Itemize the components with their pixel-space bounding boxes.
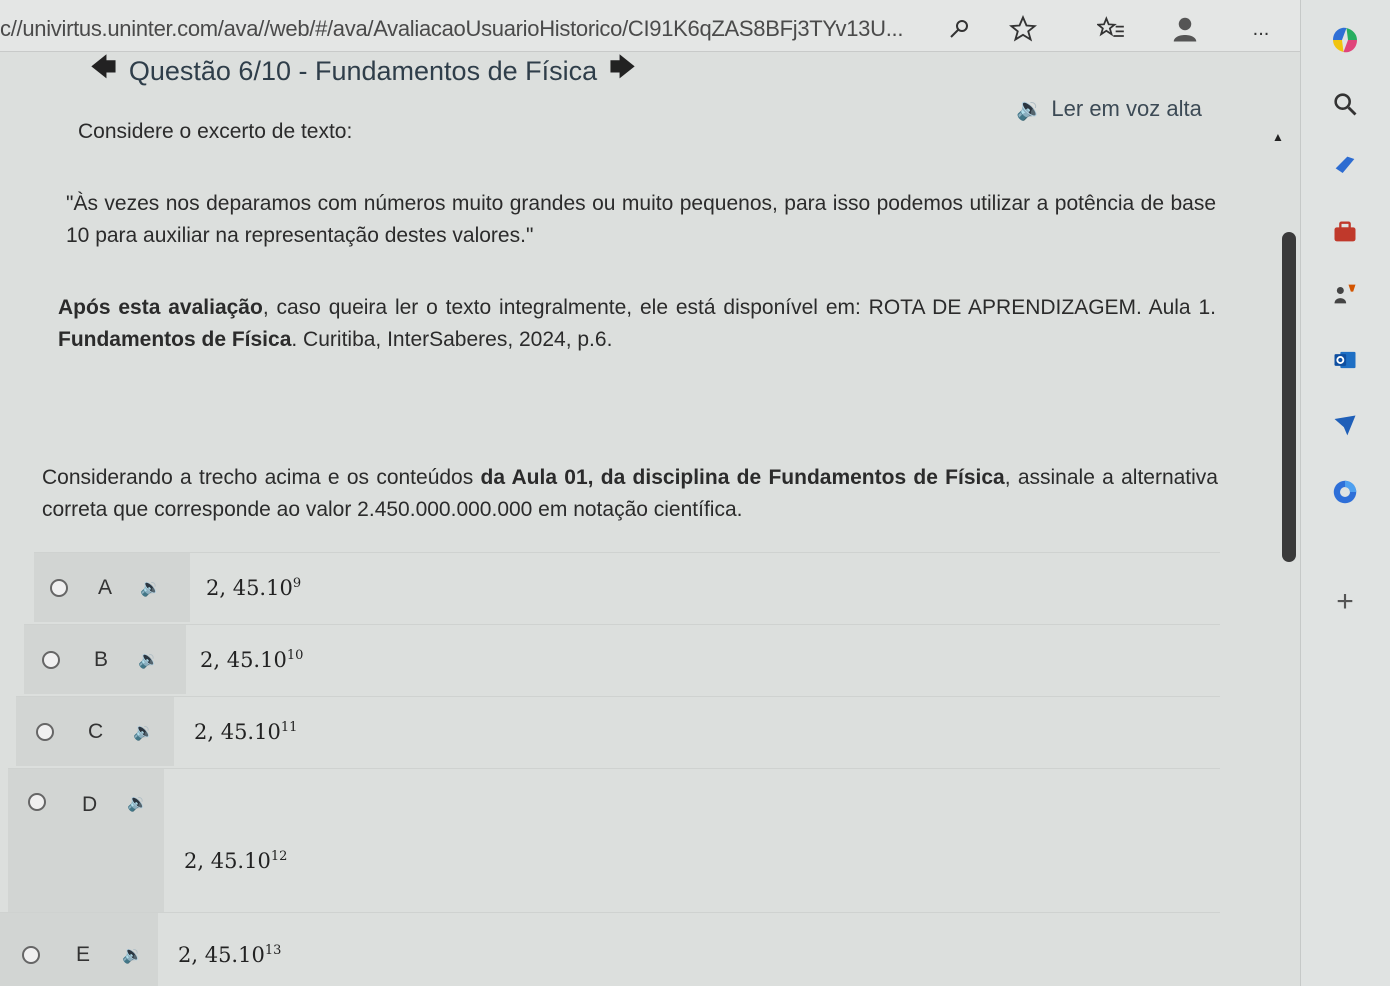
option-a-letter: A [98, 575, 113, 599]
option-d-value: 2, 45.1012 [184, 849, 287, 873]
reference-text-2: . Curitiba, InterSaberes, 2024, p.6. [291, 328, 613, 351]
previous-question-arrow-icon[interactable]: 🡄 [90, 49, 117, 93]
option-a-base: 2, 45.10 [206, 575, 293, 600]
intro-text: Considere o excerto de texto: [78, 120, 353, 143]
question-statement: Considerando a trecho acima e os conteúd… [42, 462, 1218, 526]
option-b-radio[interactable] [42, 650, 60, 669]
option-b-base: 2, 45.10 [200, 647, 287, 672]
question-page: 🡄 Questão 6/10 - Fundamentos de Física 🡆… [0, 52, 1300, 986]
app-window: c//univirtus.uninter.com/ava//web/#/ava/… [0, 0, 1390, 986]
option-c-base: 2, 45.10 [194, 719, 281, 744]
option-b-value: 2, 45.1010 [200, 648, 303, 672]
option-b[interactable]: B 🔉 2, 45.1010 [24, 624, 1220, 694]
option-b-exponent: 10 [286, 647, 304, 663]
option-a-speaker-icon[interactable]: 🔉 [140, 578, 161, 598]
read-aloud-label: Ler em voz alta [1051, 96, 1202, 121]
key-icon[interactable] [944, 14, 974, 44]
collections-icon[interactable] [1323, 144, 1367, 188]
reference-bold-2: Fundamentos de Física [58, 328, 292, 351]
reference-text: Após esta avaliação, caso queira ler o t… [58, 292, 1216, 356]
option-c-letter: C [88, 719, 104, 743]
option-e-letter: E [76, 942, 91, 966]
option-a-radio[interactable] [50, 578, 68, 597]
next-question-arrow-icon[interactable]: 🡆 [609, 49, 636, 93]
option-b-speaker-icon[interactable]: 🔉 [138, 650, 159, 670]
reference-bold-1: Após esta avaliação [58, 296, 263, 319]
browser-toolbar: c//univirtus.uninter.com/ava//web/#/ava/… [0, 0, 1300, 52]
option-c-value: 2, 45.1011 [194, 720, 297, 744]
scroll-up-arrow-icon[interactable]: ▲ [1272, 130, 1284, 144]
office-icon[interactable] [1323, 470, 1367, 514]
favorites-list-icon[interactable] [1096, 14, 1126, 44]
option-d[interactable]: D 🔉 2, 45.1012 [8, 768, 1220, 913]
question-navigation: 🡄 Questão 6/10 - Fundamentos de Física 🡆 [90, 52, 636, 88]
option-c-controls: C 🔉 [16, 697, 174, 766]
option-e-radio[interactable] [22, 945, 40, 964]
option-e-speaker-icon[interactable]: 🔉 [122, 945, 143, 965]
option-a-exponent: 9 [292, 575, 302, 591]
read-aloud-button[interactable]: 🔉 Ler em voz alta [1016, 96, 1202, 122]
scrollbar-thumb[interactable] [1282, 232, 1296, 562]
browser-sidebar: + [1300, 0, 1390, 986]
option-e-exponent: 13 [264, 942, 282, 958]
option-d-letter: D [82, 793, 98, 816]
favorite-star-icon[interactable] [1008, 14, 1038, 44]
option-b-letter: B [94, 647, 109, 671]
copilot-icon[interactable] [1323, 18, 1367, 62]
option-c[interactable]: C 🔉 2, 45.1011 [16, 696, 1220, 766]
option-d-exponent: 12 [270, 849, 288, 864]
quote-text: "Às vezes nos deparamos com números muit… [66, 192, 1216, 247]
profile-avatar-icon[interactable] [1170, 14, 1200, 44]
speaker-icon: 🔉 [1016, 96, 1044, 121]
question-title: Questão 6/10 - Fundamentos de Física [128, 55, 598, 86]
option-d-controls: D 🔉 [8, 769, 164, 913]
search-icon[interactable] [1323, 82, 1367, 126]
games-icon[interactable] [1323, 272, 1367, 316]
option-b-controls: B 🔉 [24, 625, 186, 694]
reference-text-1: , caso queira ler o texto integralmente,… [262, 296, 1216, 319]
option-c-exponent: 11 [280, 719, 298, 735]
option-c-radio[interactable] [36, 722, 54, 741]
more-menu-icon[interactable]: ... [1246, 14, 1276, 44]
question-text-1: Considerando a trecho acima e os conteúd… [42, 466, 481, 489]
option-e-base: 2, 45.10 [178, 942, 265, 967]
address-bar[interactable]: c//univirtus.uninter.com/ava//web/#/ava/… [0, 16, 920, 42]
option-a-controls: A 🔉 [34, 553, 190, 622]
option-a-value: 2, 45.109 [206, 576, 301, 600]
option-c-speaker-icon[interactable]: 🔉 [133, 722, 154, 742]
add-sidebar-app-button[interactable]: + [1323, 580, 1367, 624]
option-d-radio[interactable] [28, 793, 46, 811]
question-bold: da Aula 01, da disciplina de Fundamentos… [480, 466, 1005, 489]
shopping-tools-icon[interactable] [1323, 210, 1367, 254]
option-e-value: 2, 45.1013 [178, 943, 281, 967]
option-d-base: 2, 45.10 [184, 849, 271, 873]
option-e[interactable]: E 🔉 2, 45.1013 [0, 912, 1220, 986]
option-d-speaker-icon[interactable]: 🔉 [127, 793, 148, 813]
option-a[interactable]: A 🔉 2, 45.109 [34, 552, 1220, 622]
outlook-icon[interactable] [1323, 338, 1367, 382]
option-e-controls: E 🔉 [0, 912, 158, 986]
send-icon[interactable] [1323, 404, 1367, 448]
